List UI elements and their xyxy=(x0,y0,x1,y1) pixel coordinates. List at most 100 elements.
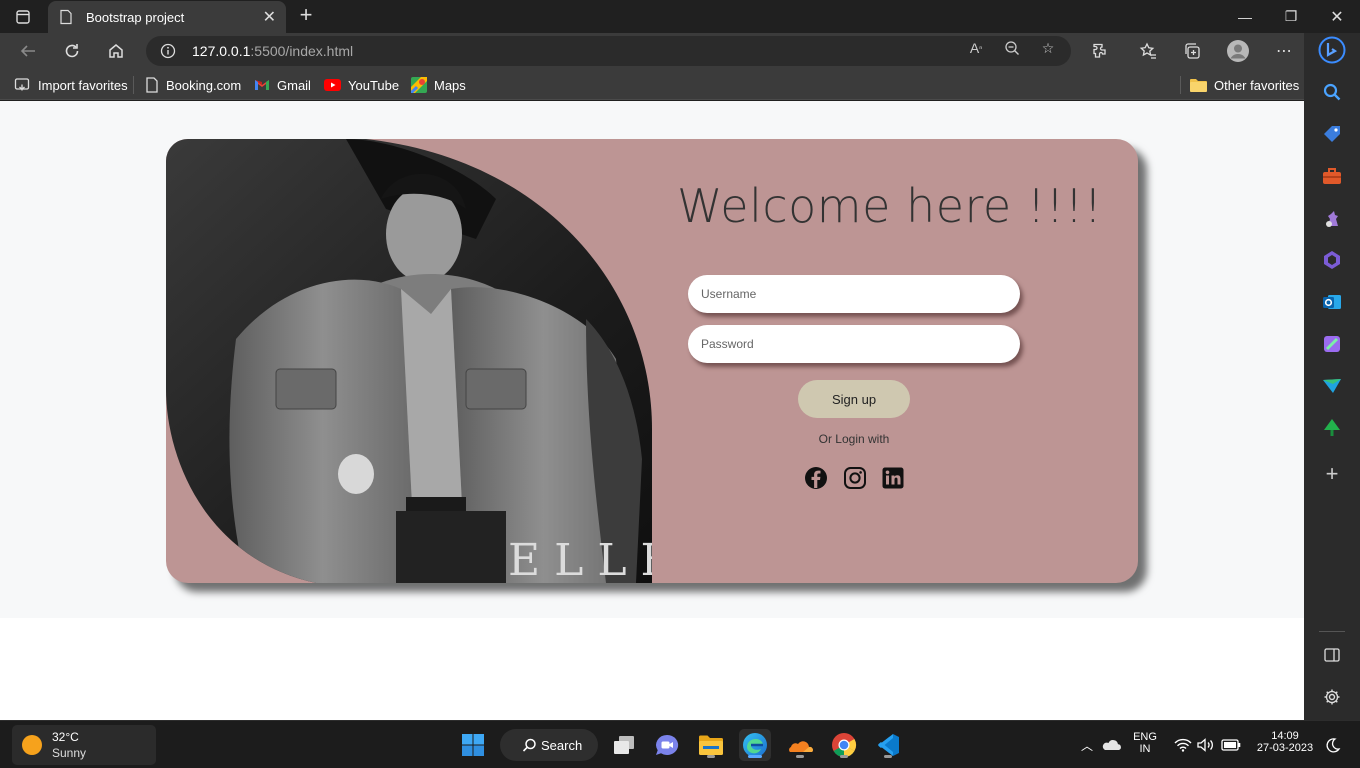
hide-sidebar-icon[interactable] xyxy=(1321,644,1343,666)
login-card: ELLE Welcome here !!!! Sign up Or Login … xyxy=(166,139,1138,583)
linkedin-icon[interactable] xyxy=(881,466,905,490)
tools-icon[interactable] xyxy=(1321,165,1343,187)
taskbar-search[interactable]: Search xyxy=(500,729,598,761)
focus-assist-icon[interactable] xyxy=(1322,729,1344,761)
model-photo: ELLE xyxy=(166,139,652,583)
refresh-icon xyxy=(65,44,79,58)
windows-taskbar: 32°C Sunny Search ︿ ENG IN 14:09 27-03-2… xyxy=(0,720,1360,768)
running-indicator xyxy=(884,755,892,758)
favorites-bar: Import favorites Booking.com Gmail YouTu… xyxy=(0,69,1304,100)
games-icon[interactable] xyxy=(1321,207,1343,229)
new-tab-button[interactable]: + xyxy=(294,4,318,28)
running-indicator xyxy=(796,755,804,758)
youtube-link[interactable]: YouTube xyxy=(324,74,399,96)
file-explorer-button[interactable] xyxy=(695,729,727,761)
home-icon xyxy=(109,44,123,58)
folder-icon xyxy=(699,735,723,755)
region: IN xyxy=(1139,743,1151,755)
fav-label: Maps xyxy=(434,77,466,93)
fav-label: YouTube xyxy=(348,77,400,93)
page-icon xyxy=(60,9,72,25)
zoom-icon[interactable] xyxy=(1002,38,1022,58)
sign-up-button[interactable]: Sign up xyxy=(798,380,910,418)
close-window-button[interactable]: ✕ xyxy=(1314,0,1360,33)
password-input[interactable] xyxy=(688,325,1020,363)
chat-icon xyxy=(656,734,679,755)
or-login-text: Or Login with xyxy=(818,432,890,446)
edge-taskbar-button[interactable] xyxy=(739,729,771,761)
weather-widget[interactable]: 32°C Sunny xyxy=(12,725,156,765)
task-view-button[interactable] xyxy=(608,729,640,761)
instagram-icon[interactable] xyxy=(843,466,867,490)
other-favorites-label: Other favorites xyxy=(1214,77,1300,93)
youtube-icon xyxy=(324,79,341,91)
site-info-icon[interactable] xyxy=(160,43,176,59)
battery-icon[interactable] xyxy=(1220,729,1242,761)
search-icon xyxy=(522,738,536,752)
maps-link[interactable]: Maps xyxy=(411,74,466,96)
favorites-icon[interactable] xyxy=(1134,37,1162,65)
start-button[interactable] xyxy=(457,729,489,761)
fav-label: Import favorites xyxy=(38,77,128,93)
home-button[interactable] xyxy=(102,37,130,65)
onedrive-icon[interactable] xyxy=(1100,729,1122,761)
add-sidebar-app-icon[interactable]: + xyxy=(1321,461,1343,486)
gmail-link[interactable]: Gmail xyxy=(254,74,311,96)
microsoft-365-icon[interactable] xyxy=(1321,249,1343,271)
collections-icon[interactable] xyxy=(1178,37,1206,65)
other-favorites-folder[interactable]: Other favorites xyxy=(1190,74,1299,96)
close-tab-icon[interactable]: ✕ xyxy=(263,7,276,27)
facebook-icon[interactable] xyxy=(804,466,828,490)
outlook-icon[interactable] xyxy=(1321,291,1343,313)
tab-actions-button[interactable] xyxy=(0,0,46,33)
tree-icon[interactable] xyxy=(1321,417,1343,439)
restore-button[interactable]: ❐ xyxy=(1268,0,1314,33)
back-button[interactable] xyxy=(14,37,42,65)
sun-icon xyxy=(22,735,42,755)
divider xyxy=(133,76,134,94)
running-indicator xyxy=(840,755,848,758)
show-hidden-icons-button[interactable]: ︿ xyxy=(1078,729,1096,761)
more-options-icon[interactable]: ⋯ xyxy=(1270,37,1298,65)
divider xyxy=(1319,631,1345,632)
elle-logo: ELLE xyxy=(508,535,652,583)
search-label: Search xyxy=(541,737,583,753)
weather-condition: Sunny xyxy=(52,746,87,760)
add-favorite-icon[interactable]: ☆ xyxy=(1038,38,1058,58)
teams-chat-button[interactable] xyxy=(651,729,683,761)
minimize-button[interactable]: — xyxy=(1222,0,1268,33)
wifi-icon[interactable] xyxy=(1172,729,1194,761)
vscode-icon xyxy=(878,734,899,756)
web-page: ELLE Welcome here !!!! Sign up Or Login … xyxy=(0,101,1304,720)
shopping-icon[interactable] xyxy=(1321,123,1343,145)
language-indicator[interactable]: ENG IN xyxy=(1130,731,1160,755)
running-indicator xyxy=(707,755,715,758)
welcome-heading: Welcome here !!!! xyxy=(677,179,1103,233)
address-bar[interactable]: 127.0.0.1:5500/index.html xyxy=(146,36,1071,66)
folder-icon xyxy=(1190,79,1207,92)
booking-link[interactable]: Booking.com xyxy=(145,74,241,96)
designer-icon[interactable] xyxy=(1321,333,1343,355)
bing-chat-icon[interactable] xyxy=(1318,36,1346,64)
login-section: ELLE Welcome here !!!! Sign up Or Login … xyxy=(0,101,1304,618)
gmail-icon xyxy=(255,80,269,90)
search-icon[interactable] xyxy=(1321,81,1343,103)
edge-sidebar: + xyxy=(1304,33,1360,720)
vscode-button[interactable] xyxy=(872,729,904,761)
cloudflare-button[interactable] xyxy=(784,729,816,761)
send-icon[interactable] xyxy=(1321,375,1343,397)
read-aloud-icon[interactable]: Aⁿ xyxy=(966,38,986,58)
volume-icon[interactable] xyxy=(1196,729,1216,761)
temperature: 32°C xyxy=(52,730,79,744)
active-tab[interactable]: Bootstrap project ✕ xyxy=(48,1,286,33)
extensions-icon[interactable] xyxy=(1086,37,1114,65)
profile-avatar[interactable] xyxy=(1224,37,1252,65)
import-favorites-link[interactable]: Import favorites xyxy=(14,74,128,96)
refresh-button[interactable] xyxy=(58,37,86,65)
chrome-button[interactable] xyxy=(828,729,860,761)
clock[interactable]: 14:09 27-03-2023 xyxy=(1250,730,1320,754)
address-bar-row: 127.0.0.1:5500/index.html Aⁿ ☆ ⋯ xyxy=(0,33,1304,69)
username-input[interactable] xyxy=(688,275,1020,313)
settings-gear-icon[interactable] xyxy=(1321,686,1343,708)
time: 14:09 xyxy=(1271,730,1299,742)
